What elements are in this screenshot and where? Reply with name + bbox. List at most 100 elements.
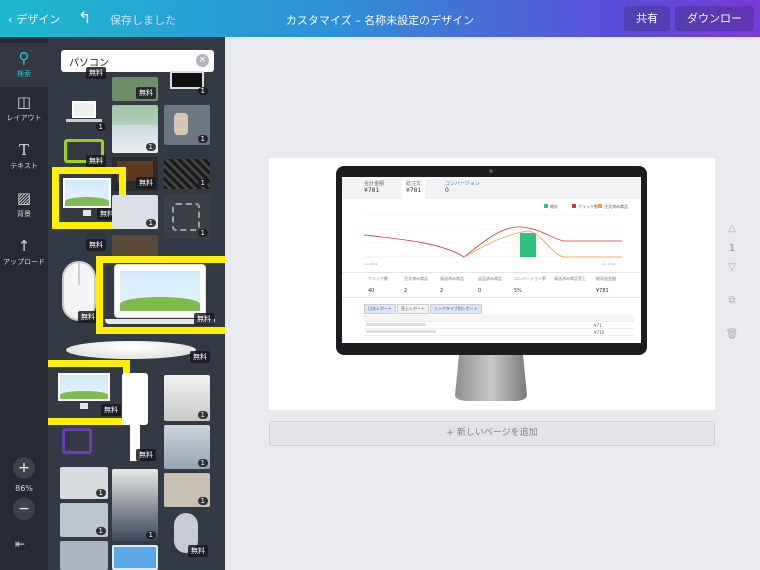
clear-search-icon[interactable]: × (196, 54, 209, 67)
count-badge: 1 (95, 527, 106, 535)
stat: 注文済み商品 2 (404, 276, 428, 294)
stat: クリック数 40 (368, 276, 388, 294)
legend-total: 総計 (550, 203, 558, 209)
count-badge: 1 (145, 531, 156, 539)
table-row: ¥710 (364, 329, 634, 336)
table-header (364, 315, 634, 322)
imac-stand (455, 355, 527, 401)
free-badge: 無料 (78, 311, 98, 323)
search-results-panel: パソコン × 無料 無料 1 1 1 1 1 無料 無料 1 (48, 37, 225, 570)
design-page[interactable]: 合計金額 ¥781 総注文 ¥781 コンバージョン 0 総計 クリック数 注文済み商… (269, 158, 715, 410)
count-badge: 1 (197, 497, 208, 505)
result-tile-monitor[interactable]: 無料 (59, 174, 119, 222)
sidebar-item-background[interactable]: ▨ 背景 (0, 189, 48, 219)
count-badge: 1 (197, 459, 208, 467)
stat: 総収益金額 ¥781 (596, 276, 616, 294)
zoom-level: 86% (15, 484, 33, 493)
free-badge: 無料 (190, 351, 210, 363)
result-tile[interactable] (60, 541, 108, 570)
result-tile[interactable]: 1 (164, 105, 210, 145)
free-badge: 無料 (136, 449, 156, 461)
report-tabs: 日次レポート 売上レポート リンクタイプ別レポート (364, 304, 483, 314)
layout-icon: ◫ (16, 93, 32, 111)
result-tile[interactable]: 1 (112, 125, 158, 153)
sidebar-item-search[interactable]: ⚲ 検索 (0, 43, 48, 87)
result-tile[interactable] (112, 235, 158, 257)
move-page-up-icon[interactable]: △ (725, 223, 739, 234)
text-icon: T (18, 141, 29, 159)
result-tile[interactable]: 1 (60, 99, 108, 133)
table-row: ¥71 (364, 322, 634, 329)
free-badge: 無料 (86, 155, 106, 167)
result-tile-mouse[interactable]: 無料 (60, 259, 100, 325)
background-icon: ▨ (16, 189, 32, 207)
result-tile[interactable]: 1 (164, 473, 210, 507)
kpi: 合計金額 ¥781 (364, 181, 385, 194)
free-badge: 無料 (194, 313, 214, 325)
free-badge: 無料 (136, 87, 156, 99)
tab-sales-report[interactable]: 売上レポート (397, 304, 429, 314)
result-tile[interactable] (112, 545, 158, 570)
move-page-down-icon[interactable]: ▽ (725, 262, 739, 273)
share-button[interactable]: 共有 (624, 6, 670, 31)
free-badge: 無料 (86, 239, 106, 251)
result-tile[interactable]: 1 (60, 503, 108, 537)
kpi: 総注文 ¥781 (402, 180, 426, 199)
imac-screen: 合計金額 ¥781 総注文 ¥781 コンバージョン 0 総計 クリック数 注文済み商… (342, 177, 641, 343)
result-tile[interactable]: 無料 (60, 137, 108, 169)
result-tile-cable[interactable]: 無料 (112, 371, 158, 463)
count-badge: 1 (197, 87, 208, 95)
stats-row: クリック数 40 注文済み商品 2 発送済み商品 2 返品済み商品 0 コンバージョン率… (342, 272, 641, 298)
result-tile[interactable]: 1 (164, 195, 210, 239)
zoom-in-button[interactable]: + (13, 457, 35, 479)
camera-dot (489, 169, 493, 173)
result-tile-laptop[interactable]: 無料 (103, 263, 216, 327)
result-tile[interactable]: 1 (164, 375, 210, 421)
upload-icon: ↑ (17, 237, 31, 255)
duplicate-page-icon[interactable]: ⧉ (725, 295, 739, 306)
result-tile[interactable]: 1 (60, 467, 108, 499)
result-tile[interactable]: 無料 (60, 233, 108, 253)
delete-page-icon[interactable]: 🗑 (725, 329, 739, 340)
result-tile[interactable]: 1 (164, 425, 210, 469)
canvas-area: 合計金額 ¥781 総注文 ¥781 コンバージョン 0 総計 クリック数 注文済み商… (225, 37, 760, 570)
count-badge: 1 (145, 219, 156, 227)
count-badge: 1 (197, 179, 208, 187)
download-button[interactable]: ダウンロード (675, 6, 754, 50)
free-badge: 無料 (136, 177, 156, 189)
sidebar-item-label: テキスト (10, 162, 38, 170)
count-badge: 1 (95, 123, 106, 131)
side-toolbar: ⚲ 検索 ◫ レイアウト T テキスト ▨ 背景 ↑ アップロード + 86% … (0, 37, 48, 570)
dashboard-line-chart: 総計 クリック数 注文済み商品 Jun 2019 Jun 2019 (363, 203, 628, 266)
imac-image[interactable]: 合計金額 ¥781 総注文 ¥781 コンバージョン 0 総計 クリック数 注文済み商… (336, 166, 647, 355)
result-tile[interactable] (58, 422, 108, 464)
sidebar-item-label: アップロード (3, 258, 45, 266)
kpi: コンバージョン 0 (445, 181, 480, 194)
zoom-out-button[interactable]: − (13, 498, 35, 520)
add-page-button[interactable]: + 新しいページを追加 (269, 421, 715, 446)
result-tile[interactable]: 1 (112, 469, 158, 541)
legend-ordered: 注文済み商品 (604, 203, 628, 209)
result-tile[interactable]: 1 (164, 159, 210, 189)
stat: コンバージョン率 5% (514, 276, 546, 294)
collapse-panel-icon[interactable]: ⇤ (15, 537, 25, 551)
tab-link-type-report[interactable]: リンクタイプ別レポート (430, 304, 482, 314)
stat: 発送済み商品 2 (440, 276, 464, 294)
result-tile-mouse[interactable]: 無料 (164, 511, 210, 559)
sidebar-item-upload[interactable]: ↑ アップロード (0, 237, 48, 267)
sidebar-item-label: レイアウト (6, 114, 42, 122)
stat: 発送済み商品売上 (554, 276, 586, 281)
free-badge: 無料 (188, 545, 208, 557)
tab-daily-report[interactable]: 日次レポート (364, 304, 396, 314)
result-tile[interactable]: 1 (164, 69, 210, 97)
sidebar-item-text[interactable]: T テキスト (0, 141, 48, 171)
sidebar-item-layout[interactable]: ◫ レイアウト (0, 93, 48, 123)
svg-text:Jun 2019: Jun 2019 (363, 262, 377, 266)
dashboard-header: 合計金額 ¥781 総注文 ¥781 コンバージョン 0 (342, 177, 641, 199)
count-badge: 1 (145, 143, 156, 151)
result-tile[interactable]: 無料 (112, 77, 158, 101)
svg-text:Jun 2019: Jun 2019 (601, 262, 615, 266)
sidebar-item-label: 背景 (17, 210, 31, 218)
result-tile[interactable]: 1 (112, 195, 158, 229)
result-tile[interactable]: 無料 (58, 67, 108, 81)
